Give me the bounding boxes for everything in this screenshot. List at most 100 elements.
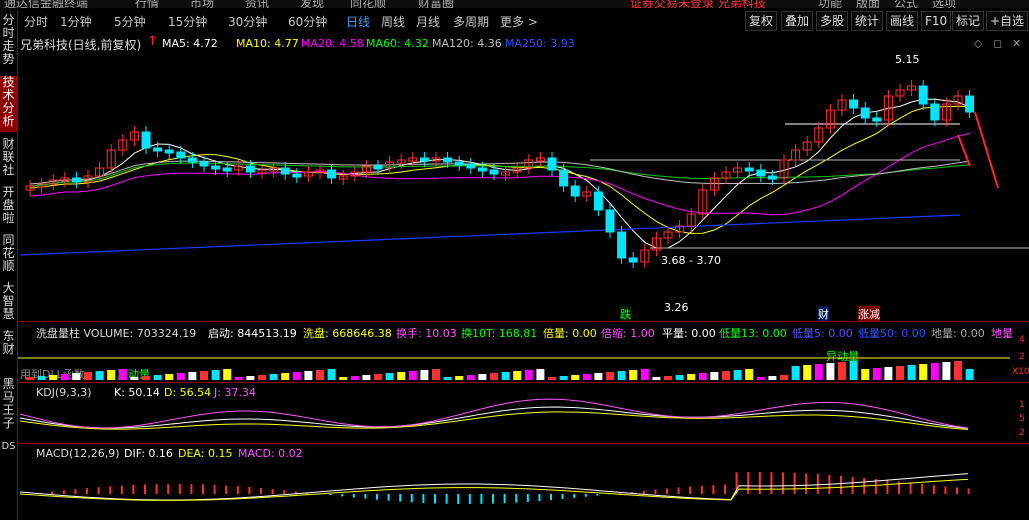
- ma-line-1: [29, 105, 970, 234]
- volume-bar: [188, 372, 197, 380]
- volume-bar: [664, 376, 672, 380]
- candle-body: [860, 107, 870, 119]
- candle-body: [466, 163, 476, 169]
- volume-bar: [594, 373, 603, 380]
- volume-bar: [698, 373, 707, 380]
- volume-bar: [223, 369, 232, 380]
- volume-bar: [374, 374, 382, 380]
- volume-bar: [84, 372, 92, 380]
- candle-body: [443, 157, 453, 163]
- candle-body: [767, 175, 777, 180]
- candle-body: [373, 165, 383, 170]
- volume-bar: [930, 363, 939, 380]
- red-arrow-icon: [957, 134, 971, 167]
- volume-bar: [200, 371, 208, 380]
- volume-bar: [826, 363, 835, 380]
- volume-bar: [745, 369, 754, 380]
- candle-body: [211, 165, 221, 170]
- volume-bar: [153, 375, 162, 380]
- volume-bar: [803, 365, 812, 380]
- volume-bar: [780, 375, 788, 380]
- volume-bar: [884, 367, 893, 380]
- candle-body: [176, 151, 186, 159]
- ma-line-4: [29, 160, 970, 185]
- candle-body: [187, 157, 197, 163]
- volume-bar: [107, 370, 116, 380]
- candle-body: [164, 149, 174, 154]
- volume-bar: [838, 362, 846, 380]
- volume-bar: [95, 371, 104, 380]
- volume-bar: [954, 361, 962, 380]
- candle-body: [559, 169, 569, 187]
- volume-bars: [18, 357, 1010, 380]
- kline-chart[interactable]: [0, 0, 1029, 520]
- volume-bar: [478, 374, 487, 380]
- volume-bar: [606, 372, 614, 380]
- volume-bar: [501, 372, 510, 380]
- volume-bar: [176, 373, 185, 380]
- candle-body: [292, 173, 302, 178]
- volume-bar: [316, 370, 324, 380]
- candle-body: [570, 185, 580, 197]
- volume-bar: [385, 373, 394, 380]
- volume-bar: [246, 376, 255, 380]
- candle-body: [222, 167, 232, 172]
- volume-bar: [582, 374, 591, 380]
- kdj-line-2: [19, 398, 969, 429]
- volume-bar: [629, 370, 638, 380]
- candle-body: [419, 157, 429, 162]
- volume-bar: [72, 373, 81, 380]
- volume-bar: [269, 374, 278, 380]
- candle-body: [849, 99, 859, 109]
- volume-bar: [130, 377, 139, 380]
- candle-body: [744, 167, 754, 172]
- volume-bar: [490, 373, 498, 380]
- volume-bar: [524, 370, 533, 380]
- candle-body: [153, 147, 163, 152]
- candle-body: [918, 85, 928, 105]
- candle-body: [593, 191, 603, 211]
- volume-bar: [675, 375, 684, 380]
- ma-lines: [19, 98, 1029, 256]
- volume-bar: [548, 377, 556, 380]
- volume-bar: [652, 377, 661, 380]
- volume-bar: [756, 377, 765, 380]
- volume-bar: [339, 377, 348, 380]
- volume-bar: [350, 376, 359, 380]
- ma-line-2: [29, 132, 970, 216]
- candle-body: [141, 131, 151, 149]
- volume-bar: [872, 368, 881, 380]
- volume-bar: [617, 371, 626, 380]
- volume-bar: [49, 375, 58, 380]
- volume-bar: [118, 369, 127, 380]
- volume-bar: [814, 364, 823, 380]
- volume-bar: [710, 372, 719, 380]
- candle-body: [199, 161, 209, 167]
- volume-bar: [327, 369, 336, 380]
- candle-body: [477, 167, 487, 172]
- volume-bar: [142, 376, 150, 380]
- volume-bar: [455, 376, 464, 380]
- candle-body: [628, 257, 638, 263]
- volume-bar: [559, 376, 568, 380]
- volume-bar: [292, 372, 301, 380]
- volume-bar: [896, 366, 904, 380]
- ma-line-3: [29, 162, 970, 187]
- candle-body: [245, 165, 255, 173]
- volume-bar: [304, 371, 313, 380]
- kdj-line-1: [19, 411, 969, 431]
- volume-bar: [234, 377, 243, 380]
- volume-bar: [536, 369, 545, 380]
- ma250-line: [19, 214, 961, 256]
- volume-bar: [722, 371, 730, 380]
- volume-bar: [733, 370, 742, 380]
- candle-body: [930, 103, 940, 121]
- candle-body: [756, 169, 766, 177]
- kdj-lines: [19, 398, 969, 431]
- candle-body: [872, 117, 882, 122]
- volume-bar: [861, 369, 870, 380]
- volume-bar: [965, 369, 974, 380]
- volume-bar: [687, 374, 696, 380]
- kdj-line-0: [19, 406, 969, 429]
- volume-bar: [942, 362, 951, 380]
